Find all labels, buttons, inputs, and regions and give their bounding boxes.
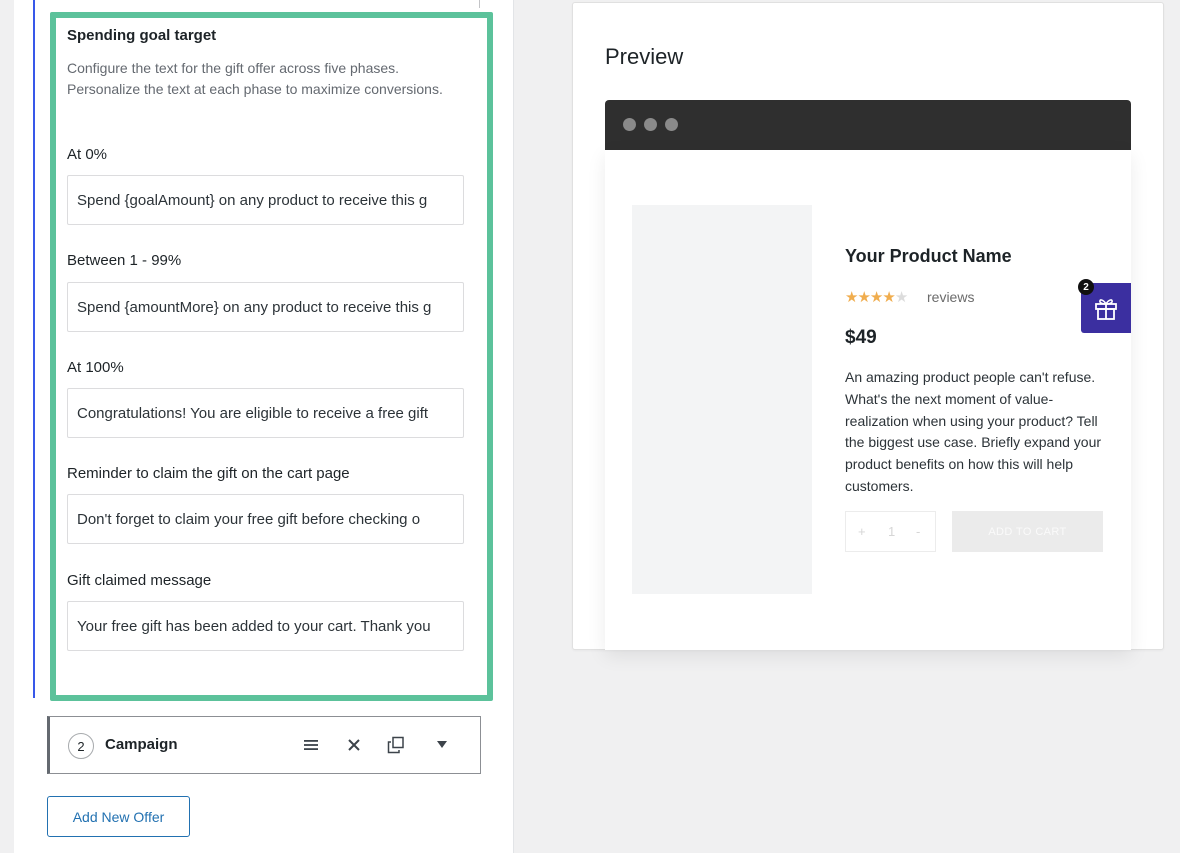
- section-description: Configure the text for the gift offer ac…: [67, 60, 443, 97]
- add-to-cart-button[interactable]: ADD TO CART: [952, 511, 1103, 552]
- duplicate-icon[interactable]: [386, 735, 406, 755]
- gift-icon: [1095, 299, 1117, 320]
- between-message-input[interactable]: [67, 282, 464, 332]
- star-filled-icon: ★: [845, 289, 858, 306]
- reviews-label: reviews: [927, 289, 975, 305]
- claimed-message-input[interactable]: [67, 601, 464, 651]
- offer-panel: [33, 8, 480, 698]
- window-dot-icon: [623, 118, 636, 131]
- product-image-placeholder: [632, 205, 812, 594]
- star-filled-icon: ★: [882, 289, 895, 306]
- section-title: Spending goal target: [67, 27, 217, 44]
- browser-window-bar: [605, 100, 1131, 150]
- menu-icon[interactable]: [301, 735, 321, 755]
- field-label-at-100: At 100%: [67, 359, 124, 376]
- add-new-offer-button[interactable]: Add New Offer: [47, 796, 190, 837]
- close-icon[interactable]: [344, 735, 364, 755]
- product-price: $49: [845, 327, 877, 348]
- window-dot-icon: [644, 118, 657, 131]
- qty-decrease[interactable]: -: [916, 524, 920, 539]
- gift-count-badge: 2: [1078, 279, 1094, 295]
- qty-value: 1: [888, 524, 896, 539]
- field-label-at-0: At 0%: [67, 146, 108, 163]
- star-empty-icon: ★: [894, 289, 908, 306]
- offer-panel-top: [33, 0, 480, 8]
- window-dot-icon: [665, 118, 678, 131]
- preview-title: Preview: [605, 44, 684, 69]
- field-label-reminder: Reminder to claim the gift on the cart p…: [67, 465, 350, 482]
- caret-down-icon[interactable]: [432, 735, 452, 755]
- rating-stars: ★★★★★: [845, 288, 908, 306]
- at-0-message-input[interactable]: [67, 175, 464, 225]
- campaign-number-badge: 2: [68, 733, 94, 759]
- campaign-row[interactable]: 2 Campaign: [47, 716, 481, 774]
- at-100-message-input[interactable]: [67, 388, 464, 438]
- reminder-message-input[interactable]: [67, 494, 464, 544]
- product-description: An amazing product people can't refuse. …: [845, 369, 1102, 494]
- product-name: Your Product Name: [845, 246, 1012, 266]
- campaign-title: Campaign: [105, 736, 178, 753]
- field-label-between: Between 1 - 99%: [67, 252, 182, 269]
- star-filled-icon: ★: [869, 289, 883, 306]
- qty-increase[interactable]: +: [858, 524, 866, 539]
- field-label-claimed: Gift claimed message: [67, 572, 212, 589]
- quantity-stepper[interactable]: + 1 -: [845, 511, 936, 552]
- star-filled-icon: ★: [857, 289, 870, 306]
